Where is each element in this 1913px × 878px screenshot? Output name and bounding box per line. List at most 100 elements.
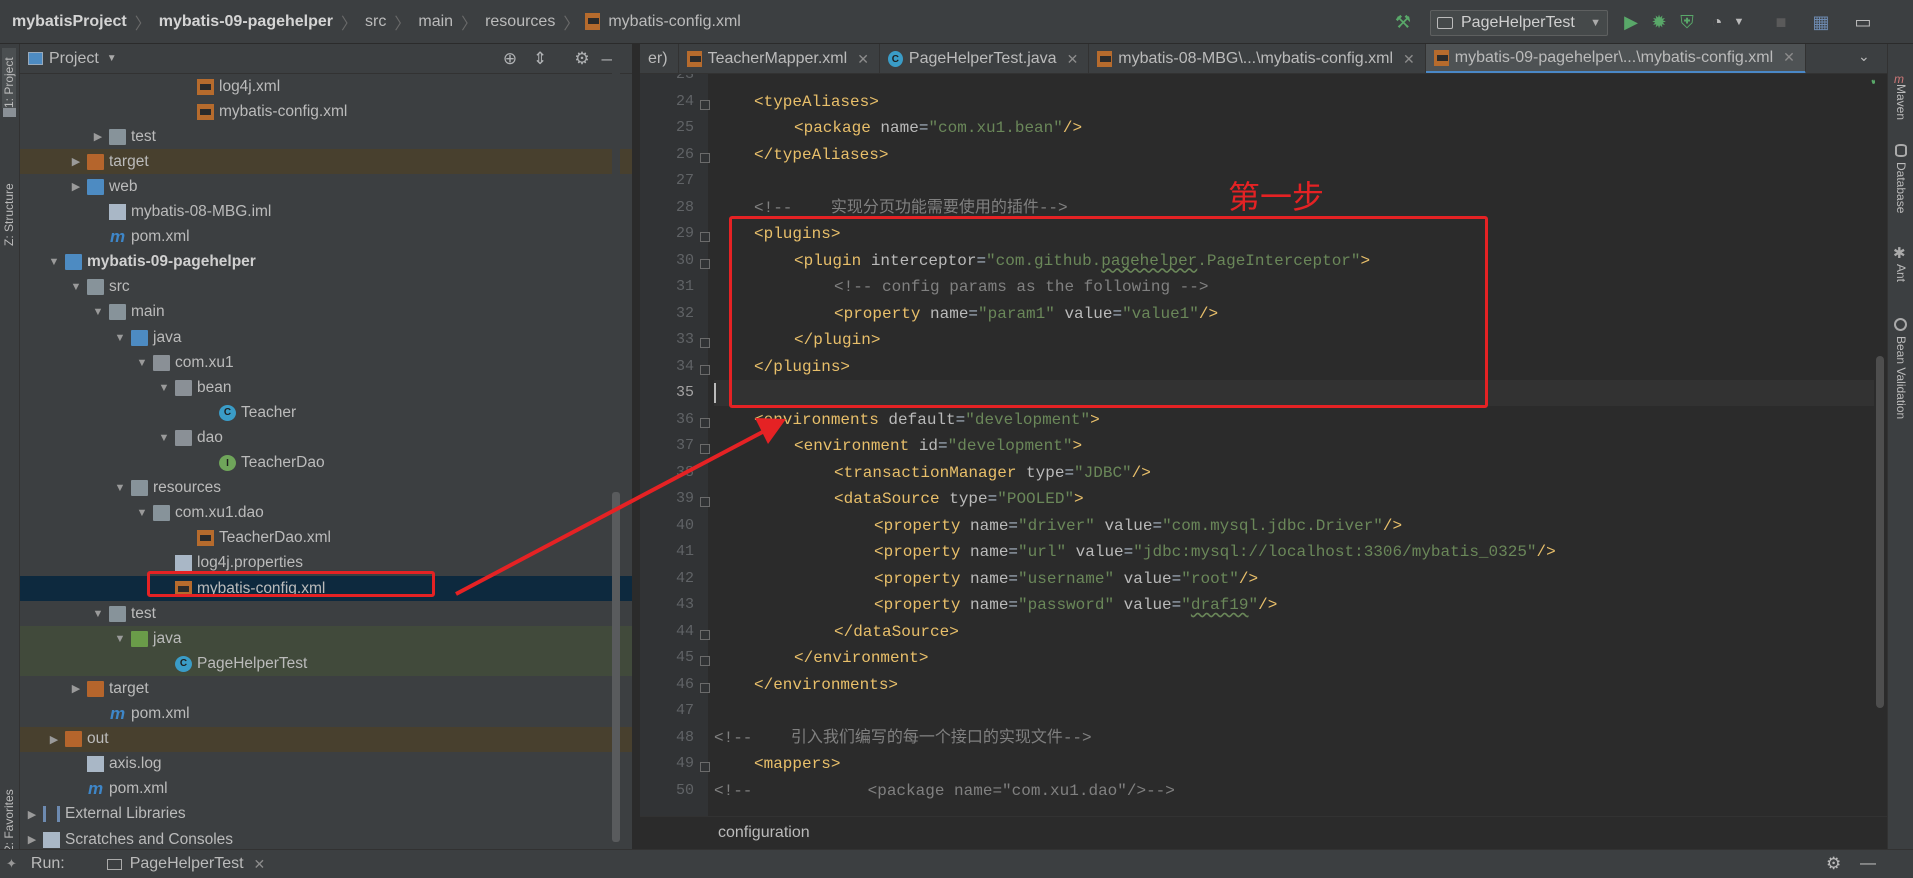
tree-item[interactable]: ▶ out bbox=[20, 726, 632, 752]
expand-down-icon[interactable]: ▼ bbox=[112, 482, 128, 494]
profiler-icon[interactable]: ◔ bbox=[1706, 11, 1728, 33]
tree-item[interactable]: ▶ External Libraries bbox=[20, 802, 632, 827]
fold-marker-icon[interactable] bbox=[700, 656, 710, 666]
expand-down-icon[interactable]: ▼ bbox=[90, 608, 106, 620]
tree-item[interactable]: ▼ java bbox=[20, 626, 632, 652]
tree-item[interactable]: C PageHelperTest bbox=[20, 651, 632, 677]
fold-marker-icon[interactable] bbox=[700, 152, 710, 163]
expand-right-icon[interactable]: ▶ bbox=[68, 155, 84, 168]
fold-marker-icon[interactable] bbox=[700, 99, 710, 110]
tree-item[interactable]: ▼ java bbox=[20, 325, 632, 350]
breadcrumb-src[interactable]: src bbox=[361, 13, 390, 31]
tree-item[interactable]: ▼ dao bbox=[20, 425, 632, 450]
hammer-icon[interactable]: ⚒ bbox=[1392, 11, 1414, 33]
scrollbar-thumb[interactable] bbox=[612, 492, 620, 842]
fold-marker-icon[interactable] bbox=[700, 497, 710, 507]
chevron-down-icon[interactable]: ▼ bbox=[107, 53, 117, 64]
close-icon[interactable]: ✕ bbox=[857, 51, 869, 68]
editor-scrollbar[interactable] bbox=[1875, 74, 1885, 816]
expand-down-icon[interactable]: ▼ bbox=[112, 332, 128, 344]
expand-down-icon[interactable]: ▼ bbox=[90, 306, 106, 318]
editor-tab[interactable]: mybatis-09-pagehelper\...\mybatis-config… bbox=[1425, 44, 1806, 73]
close-icon[interactable]: ✕ bbox=[1783, 49, 1795, 66]
tree-item[interactable]: ▶ target bbox=[20, 149, 632, 175]
scrollbar-thumb[interactable] bbox=[1876, 356, 1884, 708]
tree-item[interactable]: ▼ main bbox=[20, 300, 632, 325]
expand-right-icon[interactable]: ▶ bbox=[24, 808, 40, 821]
coverage-icon[interactable]: ⛨ bbox=[1676, 11, 1698, 33]
run-tab-label[interactable]: PageHelperTest bbox=[130, 855, 244, 873]
fold-marker-icon[interactable] bbox=[700, 338, 710, 348]
toggle-layout-icon[interactable]: ▭ bbox=[1852, 11, 1874, 33]
fold-marker-icon[interactable] bbox=[700, 232, 710, 242]
breadcrumb-project[interactable]: mybatisProject bbox=[8, 13, 131, 31]
gear-icon[interactable]: ⚙ bbox=[1826, 854, 1841, 874]
locate-icon[interactable]: ⊕ bbox=[500, 49, 520, 69]
bean-validation-tool-tab[interactable]: Bean Validation bbox=[1894, 336, 1908, 466]
fold-marker-icon[interactable] bbox=[700, 762, 710, 772]
database-tool-tab[interactable]: Database bbox=[1894, 162, 1908, 242]
tree-item[interactable]: ▶ Scratches and Consoles bbox=[20, 827, 632, 849]
fold-marker-icon[interactable] bbox=[700, 417, 710, 428]
tree-item[interactable]: m pom.xml bbox=[20, 702, 632, 727]
tree-item[interactable]: ▶ test bbox=[20, 124, 632, 149]
expand-right-icon[interactable]: ▶ bbox=[90, 130, 106, 143]
tree-item[interactable]: axis.log bbox=[20, 752, 632, 777]
tree-item[interactable]: m pom.xml bbox=[20, 225, 632, 250]
project-tool-tab[interactable]: 1: Project bbox=[2, 48, 16, 108]
maven-tool-tab[interactable]: Maven bbox=[1894, 84, 1908, 144]
tree-item[interactable]: ▼ bean bbox=[20, 375, 632, 400]
breadcrumb-file[interactable]: mybatis-config.xml bbox=[604, 13, 744, 31]
expand-down-icon[interactable]: ▼ bbox=[112, 633, 128, 645]
expand-down-icon[interactable]: ▼ bbox=[156, 432, 172, 444]
tree-item[interactable]: C Teacher bbox=[20, 400, 632, 425]
tree-item[interactable]: ▼ com.xu1 bbox=[20, 350, 632, 375]
expand-right-icon[interactable]: ▶ bbox=[24, 833, 40, 846]
collapse-all-icon[interactable]: ⇕ bbox=[530, 49, 550, 69]
favorites-tool-tab[interactable]: 2: Favorites bbox=[2, 782, 16, 852]
run-config-dropdown[interactable]: PageHelperTest ▼ bbox=[1430, 10, 1608, 36]
tree-item[interactable]: ▶ target bbox=[20, 676, 632, 701]
tabs-more-icon[interactable]: ⌄ bbox=[1858, 48, 1870, 65]
run-icon[interactable]: ▶ bbox=[1620, 11, 1642, 33]
breadcrumb-main[interactable]: main bbox=[414, 13, 457, 31]
gear-icon[interactable]: ⚙ bbox=[572, 49, 592, 69]
expand-right-icon[interactable]: ▶ bbox=[68, 180, 84, 193]
close-icon[interactable]: ✕ bbox=[254, 856, 266, 873]
tree-item[interactable]: mybatis-config.xml bbox=[20, 99, 632, 124]
expand-down-icon[interactable]: ▼ bbox=[46, 256, 62, 268]
project-structure-icon[interactable]: ▦ bbox=[1810, 11, 1832, 33]
tree-item[interactable]: ▼ test bbox=[20, 601, 632, 626]
ant-tool-tab[interactable]: Ant bbox=[1894, 264, 1908, 304]
fold-marker-icon[interactable] bbox=[700, 682, 710, 693]
project-scrollbar[interactable] bbox=[612, 44, 620, 849]
expand-down-icon[interactable]: ▼ bbox=[134, 507, 150, 519]
fold-marker-icon[interactable] bbox=[700, 444, 710, 454]
fold-marker-icon[interactable] bbox=[700, 258, 710, 269]
project-panel-title[interactable]: Project bbox=[49, 50, 99, 68]
fold-marker-icon[interactable] bbox=[700, 364, 710, 375]
tree-item[interactable]: log4j.xml bbox=[20, 74, 632, 99]
expand-down-icon[interactable]: ▼ bbox=[134, 357, 150, 369]
structure-tool-tab[interactable]: Z: Structure bbox=[2, 156, 16, 246]
expand-down-icon[interactable]: ▼ bbox=[68, 281, 84, 293]
tree-item[interactable]: mybatis-08-MBG.iml bbox=[20, 200, 632, 225]
breadcrumb-resources[interactable]: resources bbox=[481, 13, 559, 31]
expand-right-icon[interactable]: ▶ bbox=[68, 682, 84, 695]
tree-item[interactable]: TeacherDao.xml bbox=[20, 526, 632, 551]
tree-item[interactable]: ▼ src bbox=[20, 275, 632, 300]
breadcrumb-configuration[interactable]: configuration bbox=[718, 824, 810, 842]
tree-item[interactable]: m pom.xml bbox=[20, 777, 632, 802]
fold-marker-icon[interactable] bbox=[700, 629, 710, 640]
expand-right-icon[interactable]: ▶ bbox=[46, 733, 62, 746]
minimize-icon[interactable]: — bbox=[1860, 855, 1876, 873]
editor-tab[interactable]: er) bbox=[640, 44, 679, 73]
tree-item[interactable]: ▶ web bbox=[20, 174, 632, 199]
debug-icon[interactable]: ✹ bbox=[1648, 11, 1670, 33]
breadcrumb-module[interactable]: mybatis-09-pagehelper bbox=[155, 13, 337, 31]
tree-item[interactable]: ▼ resources bbox=[20, 476, 632, 501]
stop-icon[interactable]: ■ bbox=[1770, 11, 1792, 33]
editor-tab[interactable]: C PageHelperTest.java ✕ bbox=[880, 44, 1090, 73]
tree-item[interactable]: ▼ mybatis-09-pagehelper bbox=[20, 250, 632, 275]
close-icon[interactable]: ✕ bbox=[1403, 51, 1415, 68]
